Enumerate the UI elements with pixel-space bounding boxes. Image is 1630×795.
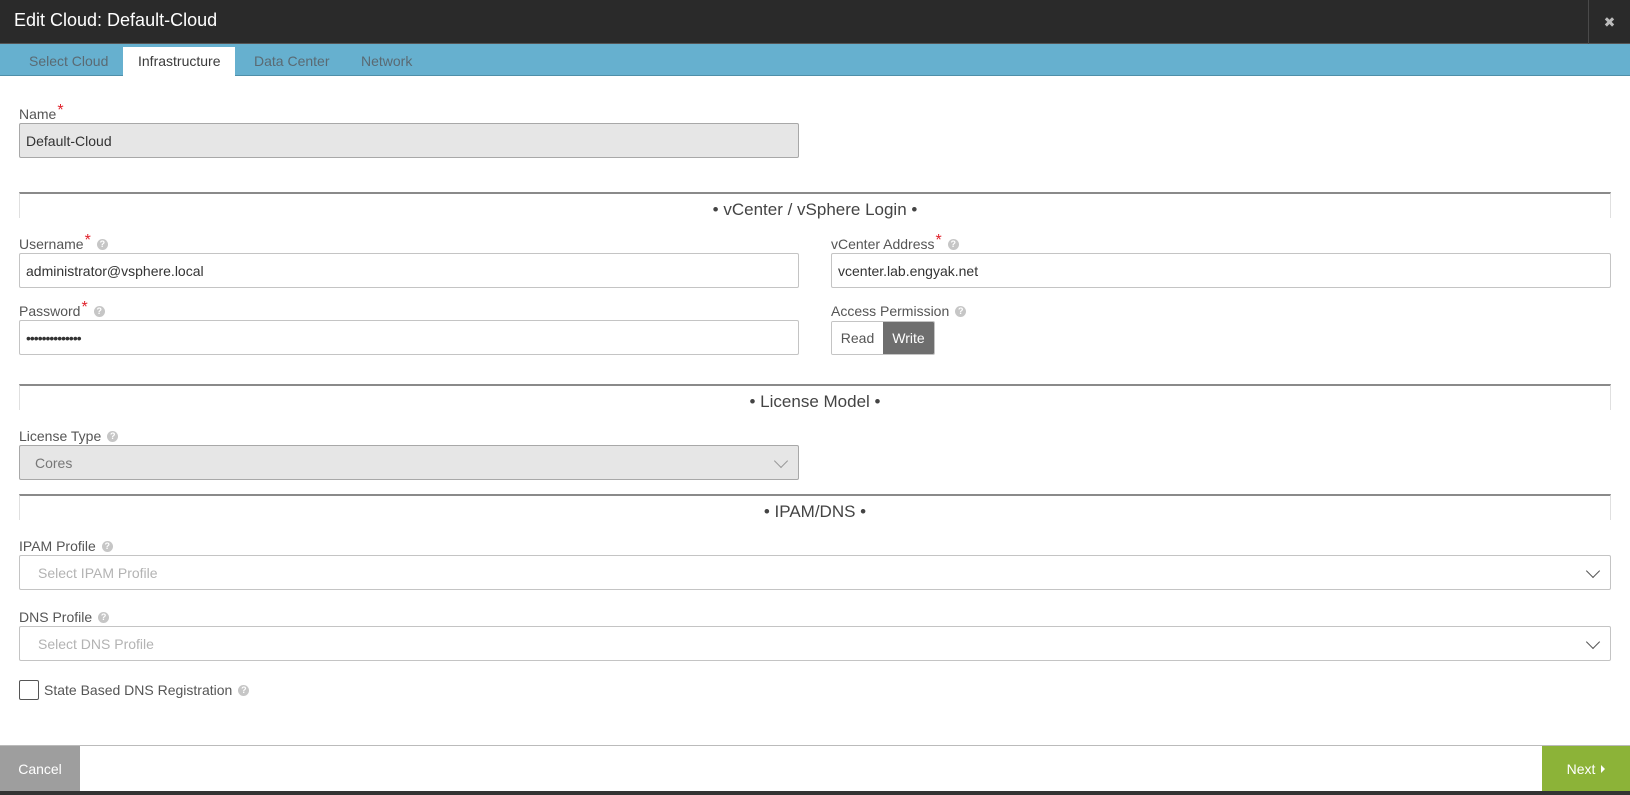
license-type-value: Cores bbox=[35, 454, 73, 471]
required-mark: * bbox=[935, 232, 942, 249]
cancel-label: Cancel bbox=[18, 761, 62, 777]
state-dns-label-text: State Based DNS Registration bbox=[44, 682, 233, 698]
password-field[interactable]: •••••••••••••• bbox=[19, 320, 799, 355]
dialog-header: Edit Cloud: Default-Cloud ✖ bbox=[0, 0, 1630, 44]
next-label: Next bbox=[1566, 761, 1596, 777]
section-license-model: • License Model • bbox=[19, 384, 1611, 411]
help-icon[interactable]: ? bbox=[947, 238, 959, 250]
section-ipam-dns: • IPAM/DNS • bbox=[19, 494, 1611, 521]
name-label-text: Name bbox=[19, 106, 57, 122]
dialog-title: Edit Cloud: Default-Cloud bbox=[14, 10, 218, 30]
tab-data-center[interactable]: Data Center bbox=[239, 47, 344, 76]
dns-profile-label-text: DNS Profile bbox=[19, 609, 93, 625]
access-permission-label-text: Access Permission bbox=[831, 303, 950, 319]
help-icon[interactable]: ? bbox=[93, 305, 105, 317]
write-button[interactable]: Write bbox=[883, 322, 934, 354]
help-icon[interactable]: ? bbox=[101, 540, 113, 552]
ipam-profile-label: IPAM Profile? bbox=[19, 537, 113, 555]
username-label-text: Username bbox=[19, 236, 84, 252]
dns-profile-label: DNS Profile? bbox=[19, 608, 110, 626]
access-permission-toggle: Read Write bbox=[831, 321, 935, 355]
vcenter-address-label: vCenter Address *? bbox=[831, 232, 959, 253]
license-type-select[interactable]: Cores bbox=[19, 445, 799, 480]
chevron-down-icon bbox=[1585, 563, 1601, 579]
ipam-profile-label-text: IPAM Profile bbox=[19, 538, 96, 554]
dialog-footer: Cancel Next bbox=[0, 745, 1630, 792]
vcenter-address-field[interactable]: vcenter.lab.engyak.net bbox=[831, 253, 1611, 288]
section-title: • IPAM/DNS • bbox=[763, 502, 867, 521]
tab-network[interactable]: Network bbox=[346, 47, 427, 76]
next-button[interactable]: Next bbox=[1542, 746, 1630, 792]
caret-right-icon bbox=[1601, 765, 1606, 773]
wizard-tabs: Select Cloud Infrastructure Data Center … bbox=[0, 44, 1630, 76]
help-icon[interactable]: ? bbox=[955, 305, 967, 317]
section-title: • License Model • bbox=[749, 392, 881, 411]
help-icon[interactable]: ? bbox=[107, 430, 119, 442]
state-dns-checkbox[interactable] bbox=[19, 680, 39, 700]
tab-select-cloud[interactable]: Select Cloud bbox=[14, 47, 123, 76]
required-mark: * bbox=[81, 299, 88, 316]
ipam-profile-select[interactable]: Select IPAM Profile bbox=[19, 555, 1611, 590]
help-icon[interactable]: ? bbox=[238, 684, 250, 696]
license-type-label: License Type? bbox=[19, 427, 119, 445]
state-dns-label: State Based DNS Registration? bbox=[44, 681, 250, 699]
read-button[interactable]: Read bbox=[832, 322, 883, 354]
close-icon[interactable]: ✖ bbox=[1588, 0, 1630, 44]
dns-profile-select[interactable]: Select DNS Profile bbox=[19, 626, 1611, 661]
ipam-profile-placeholder: Select IPAM Profile bbox=[38, 564, 158, 581]
help-icon[interactable]: ? bbox=[96, 238, 108, 250]
name-label: Name * bbox=[19, 102, 64, 123]
required-mark: * bbox=[84, 232, 91, 249]
cancel-button[interactable]: Cancel bbox=[0, 746, 80, 792]
required-mark: * bbox=[57, 102, 64, 119]
dns-profile-placeholder: Select DNS Profile bbox=[38, 635, 154, 652]
vcenter-address-label-text: vCenter Address bbox=[831, 236, 935, 252]
section-title: • vCenter / vSphere Login • bbox=[712, 200, 918, 219]
chevron-down-icon bbox=[1585, 634, 1601, 650]
license-type-label-text: License Type bbox=[19, 428, 102, 444]
password-label: Password *? bbox=[19, 299, 105, 320]
tab-infrastructure[interactable]: Infrastructure bbox=[123, 47, 236, 76]
chevron-down-icon bbox=[773, 453, 789, 469]
bottom-border bbox=[0, 791, 1630, 795]
username-field[interactable]: administrator@vsphere.local bbox=[19, 253, 799, 288]
name-field[interactable]: Default-Cloud bbox=[19, 123, 799, 158]
access-permission-label: Access Permission? bbox=[831, 302, 967, 320]
help-icon[interactable]: ? bbox=[98, 611, 110, 623]
section-vcenter-login: • vCenter / vSphere Login • bbox=[19, 192, 1611, 219]
password-label-text: Password bbox=[19, 303, 81, 319]
username-label: Username *? bbox=[19, 232, 108, 253]
